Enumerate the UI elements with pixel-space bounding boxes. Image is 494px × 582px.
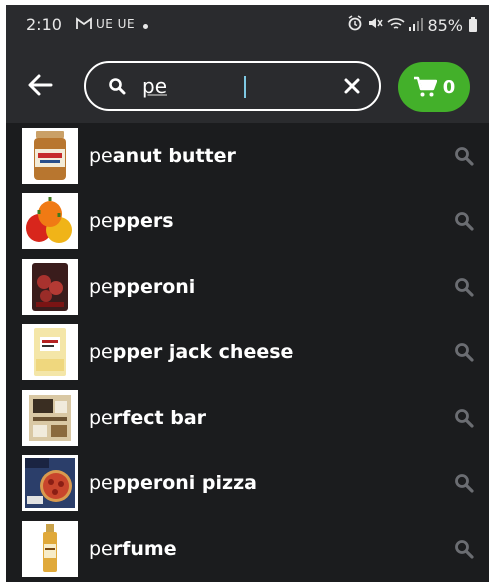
carrier-label: UE UE bbox=[96, 17, 136, 31]
suggestion-item[interactable]: pepperoni bbox=[6, 254, 489, 320]
suggestion-label: peppers bbox=[89, 210, 174, 232]
completion-text: ppers bbox=[112, 210, 174, 233]
typed-prefix: pe bbox=[89, 472, 113, 495]
suggestion-label: perfume bbox=[89, 538, 177, 560]
search-icon[interactable] bbox=[453, 472, 475, 494]
cart-button[interactable]: 0 bbox=[398, 62, 470, 112]
search-icon[interactable] bbox=[453, 145, 475, 167]
suggestion-label: perfect bar bbox=[89, 407, 206, 429]
product-thumbnail bbox=[22, 258, 78, 315]
back-arrow-icon bbox=[28, 74, 53, 96]
product-thumbnail bbox=[22, 455, 78, 512]
suggestion-label: pepper jack cheese bbox=[89, 341, 293, 363]
search-input[interactable] bbox=[142, 74, 312, 98]
suggestion-item[interactable]: peanut butter bbox=[6, 123, 489, 189]
completion-text: anut butter bbox=[112, 144, 236, 167]
suggestion-item[interactable]: pepper jack cheese bbox=[6, 320, 489, 386]
back-button[interactable] bbox=[18, 63, 62, 107]
search-icon[interactable] bbox=[453, 538, 475, 560]
close-icon bbox=[344, 78, 360, 94]
clear-search-button[interactable] bbox=[341, 75, 363, 97]
suggestion-item[interactable]: pepperoni pizza bbox=[6, 451, 489, 517]
search-icon[interactable] bbox=[453, 210, 475, 232]
status-right: 85% bbox=[347, 15, 477, 35]
suggestion-label: pepperoni pizza bbox=[89, 472, 257, 494]
notification-dot-icon bbox=[143, 24, 148, 29]
signal-icon bbox=[409, 16, 424, 35]
completion-text: rfect bar bbox=[112, 406, 207, 429]
wifi-icon bbox=[387, 16, 405, 35]
suggestion-list: peanut butter peppers pepperoni pepper j… bbox=[6, 123, 489, 582]
search-box[interactable] bbox=[84, 61, 381, 111]
typed-prefix: pe bbox=[89, 144, 113, 167]
typed-prefix: pe bbox=[89, 210, 113, 233]
app-bar: 0 bbox=[6, 49, 489, 123]
product-thumbnail bbox=[22, 389, 78, 446]
completion-text: rfume bbox=[112, 537, 177, 560]
cart-icon bbox=[413, 76, 437, 97]
suggestion-item[interactable]: perfume bbox=[6, 516, 489, 582]
suggestion-item[interactable]: perfect bar bbox=[6, 385, 489, 451]
typed-prefix: pe bbox=[89, 275, 113, 298]
product-thumbnail bbox=[22, 520, 78, 577]
typed-prefix: pe bbox=[89, 537, 113, 560]
gmail-icon bbox=[76, 15, 92, 34]
suggestion-label: peanut butter bbox=[89, 145, 236, 167]
battery-icon bbox=[469, 16, 477, 32]
status-bar: 2:10 UE UE 85% bbox=[6, 5, 489, 49]
battery-level: 85% bbox=[427, 15, 463, 35]
suggestion-item[interactable]: peppers bbox=[6, 189, 489, 255]
product-thumbnail bbox=[22, 324, 78, 381]
search-icon bbox=[108, 77, 128, 95]
text-cursor bbox=[244, 76, 246, 98]
typed-prefix: pe bbox=[89, 341, 113, 364]
alarm-icon bbox=[347, 15, 363, 35]
suggestion-label: pepperoni bbox=[89, 276, 195, 298]
completion-text: pperoni bbox=[112, 275, 196, 298]
status-time: 2:10 bbox=[26, 15, 62, 34]
search-icon[interactable] bbox=[453, 407, 475, 429]
app-screen: 2:10 UE UE 85% pe 0 peanut butter pepper… bbox=[6, 5, 489, 582]
mute-icon bbox=[367, 15, 384, 35]
product-thumbnail bbox=[22, 127, 78, 184]
completion-text: pper jack cheese bbox=[112, 341, 294, 364]
product-thumbnail bbox=[22, 193, 78, 250]
typed-prefix: pe bbox=[89, 406, 113, 429]
cart-count: 0 bbox=[442, 76, 456, 98]
search-icon[interactable] bbox=[453, 341, 475, 363]
search-icon[interactable] bbox=[453, 276, 475, 298]
completion-text: pperoni pizza bbox=[112, 472, 257, 495]
